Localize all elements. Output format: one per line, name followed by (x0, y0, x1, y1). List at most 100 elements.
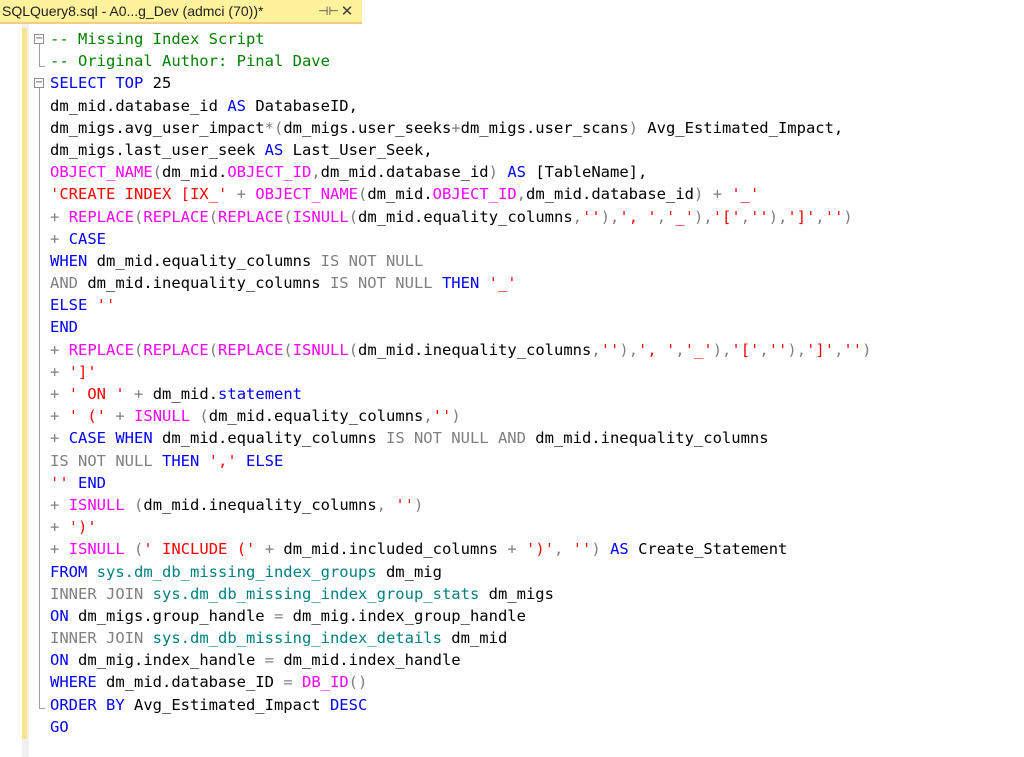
code-line[interactable]: + ' ON ' + dm_mid.statement (50, 383, 871, 405)
pin-icon[interactable]: ⊣⊢ (318, 3, 339, 19)
code-token: ( (208, 207, 219, 226)
code-line[interactable]: INNER JOIN sys.dm_db_missing_index_group… (50, 583, 871, 605)
code-token: + (712, 185, 723, 204)
code-token: '' (843, 340, 863, 359)
code-token: + (236, 185, 246, 204)
code-token: REPLACE (68, 340, 135, 359)
code-line[interactable]: -- Missing Index Script (50, 28, 871, 50)
code-line[interactable]: + ')' (50, 516, 871, 538)
code-line[interactable]: GO (50, 716, 871, 738)
code-token: '' (395, 495, 415, 514)
code-token: REPLACE (143, 207, 209, 226)
code-line[interactable]: ON dm_migs.group_handle = dm_mig.index_g… (50, 605, 871, 627)
code-token: dm_mid. (367, 185, 433, 204)
code-line[interactable]: + ' (' + ISNULL (dm_mid.equality_columns… (50, 405, 871, 427)
code-token: ( (199, 407, 209, 426)
code-line[interactable]: + CASE (50, 228, 871, 250)
code-line[interactable]: + REPLACE(REPLACE(REPLACE(ISNULL(dm_mid.… (50, 206, 871, 228)
code-token: dm_mid.inequality_columns (143, 495, 377, 514)
code-token: THEN (162, 451, 200, 470)
code-token: , (311, 163, 321, 182)
code-line[interactable]: ON dm_mig.index_handle = dm_mid.index_ha… (50, 649, 871, 671)
code-token: [TableName], (526, 163, 648, 182)
code-token: + (50, 540, 60, 559)
code-token: AS (264, 140, 284, 159)
code-token: ( (134, 207, 144, 226)
code-line[interactable]: + ISNULL (dm_mid.inequality_columns, '') (50, 494, 871, 516)
code-token: dm_migs.user_scans (460, 118, 629, 137)
collapse-region-icon[interactable]: − (34, 34, 44, 44)
code-token: dm_mid.equality_columns (87, 251, 321, 270)
code-token: ISNULL (68, 495, 125, 514)
code-line[interactable]: ORDER BY Avg_Estimated_Impact DESC (50, 694, 871, 716)
code-token: ')' (68, 518, 97, 537)
code-line[interactable]: OBJECT_NAME(dm_mid.OBJECT_ID,dm_mid.data… (50, 161, 871, 183)
code-token: THEN (441, 274, 480, 293)
collapse-region-icon[interactable]: − (34, 78, 44, 88)
code-line[interactable]: '' END (50, 472, 871, 494)
code-token: + (50, 340, 60, 359)
sql-editor[interactable]: − − -- Missing Index Script -- Original A… (0, 24, 1024, 757)
code-line[interactable]: + CASE WHEN dm_mid.equality_columns IS N… (50, 427, 871, 449)
code-token: Last_User_Seek, (283, 140, 433, 159)
code-token: ( (134, 540, 144, 559)
document-tab[interactable]: SQLQuery8.sql - A0...g_Dev (admci (70))*… (0, 0, 362, 24)
code-line[interactable]: ELSE '' (50, 294, 871, 316)
code-line[interactable]: END (50, 316, 871, 338)
code-line[interactable]: dm_migs.last_user_seek AS Last_User_Seek… (50, 139, 871, 161)
code-token: , (759, 340, 769, 359)
code-line[interactable]: 'CREATE INDEX [IX_' + OBJECT_NAME(dm_mid… (50, 183, 871, 205)
code-token: dm_mid.equality_columns (358, 207, 573, 226)
code-line[interactable]: INNER JOIN sys.dm_db_missing_index_detai… (50, 627, 871, 649)
code-line[interactable]: dm_mid.database_id AS DatabaseID, (50, 95, 871, 117)
code-token: IS NOT NULL (320, 251, 424, 270)
code-token: IS NOT NULL (50, 451, 153, 470)
code-token: ISNULL (292, 207, 349, 226)
code-token: ) (488, 163, 498, 182)
code-token: INNER JOIN (50, 584, 144, 603)
code-line[interactable]: FROM sys.dm_db_missing_index_groups dm_m… (50, 561, 871, 583)
code-line[interactable]: dm_migs.avg_user_impact*(dm_migs.user_se… (50, 117, 871, 139)
code-token: dm_mid.inequality_columns (78, 274, 330, 293)
code-line[interactable]: WHERE dm_mid.database_ID = DB_ID() (50, 671, 871, 693)
code-line[interactable]: -- Original Author: Pinal Dave (50, 50, 871, 72)
code-line[interactable]: IS NOT NULL THEN ',' ELSE (50, 450, 871, 472)
close-icon[interactable]: ✕ (339, 3, 355, 19)
code-line[interactable]: SELECT TOP 25 (50, 72, 871, 94)
code-token: dm_mid. (143, 385, 219, 403)
code-token: WHEN (50, 251, 88, 270)
code-token: ',' (208, 451, 237, 470)
code-token: REPLACE (68, 207, 135, 226)
code-token: ']' (806, 340, 835, 359)
code-token: '' (582, 207, 601, 226)
code-line[interactable]: + REPLACE(REPLACE(REPLACE(ISNULL(dm_mid.… (50, 339, 871, 361)
code-token: ISNULL (292, 340, 349, 359)
code-line[interactable]: AND dm_mid.inequality_columns IS NOT NUL… (50, 272, 871, 294)
code-token: ' (' (68, 407, 107, 426)
code-token: ( (283, 207, 293, 226)
code-line[interactable]: + ']' (50, 361, 871, 383)
code-token: dm_mid.index_handle (273, 651, 461, 670)
code-token: AS (227, 96, 246, 115)
code-token: '_' (488, 274, 517, 293)
code-token: dm_mid.database_ID (96, 673, 284, 692)
code-line[interactable]: + ISNULL (' INCLUDE (' + dm_mid.included… (50, 538, 871, 560)
editor-left-margin (0, 24, 22, 757)
code-token: dm_mid.included_columns (274, 540, 508, 559)
code-line[interactable]: WHEN dm_mid.equality_columns IS NOT NULL (50, 250, 871, 272)
code-text[interactable]: -- Missing Index Script -- Original Autho… (50, 28, 871, 738)
